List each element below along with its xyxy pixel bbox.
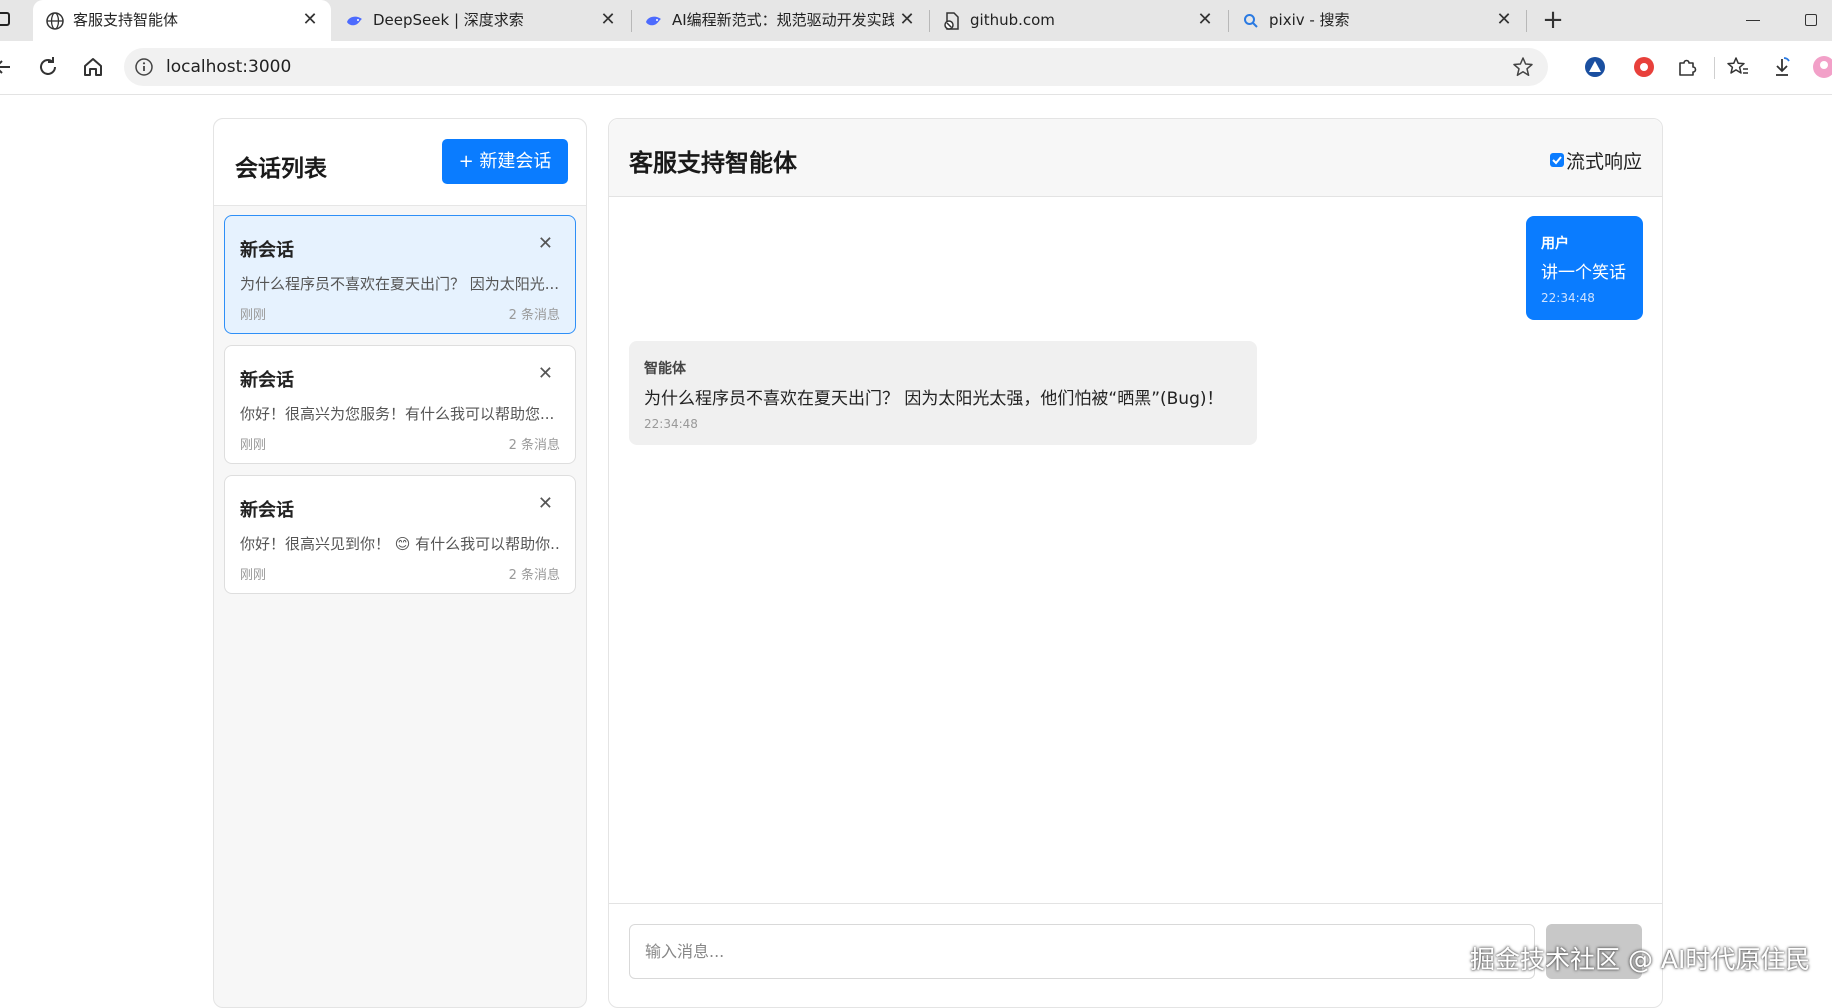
download-icon[interactable]	[1770, 55, 1794, 79]
tab-deepseek[interactable]: DeepSeek | 深度求索 ✕	[333, 0, 629, 41]
toolbar-divider	[1714, 57, 1715, 79]
session-message-count: 2 条消息	[508, 438, 560, 453]
user-message: 用户 讲一个笑话 22:34:48	[1526, 216, 1643, 320]
message-time: 22:34:48	[1541, 291, 1595, 305]
profile-avatar-icon[interactable]	[1812, 55, 1832, 79]
session-time: 刚刚	[240, 568, 267, 583]
close-icon[interactable]: ✕	[538, 234, 553, 254]
extension-triangle-icon[interactable]	[1583, 55, 1607, 79]
sidebar-title: 会话列表	[235, 156, 327, 182]
message-text: 为什么程序员不喜欢在夏天出门？ 因为太阳光太强，他们怕被“晒黑”(Bug)！	[644, 389, 1224, 409]
session-preview: 你好！很高兴见到你！ 😊 有什么我可以帮助你...	[240, 535, 560, 553]
message-role: 智能体	[644, 361, 686, 377]
session-item[interactable]: 新会话 ✕ 你好！很高兴为您服务！有什么我可以帮助您... 刚刚 2 条消息	[224, 345, 576, 464]
deepseek-whale-icon	[347, 16, 362, 26]
close-icon[interactable]: ✕	[599, 10, 617, 30]
minimize-icon[interactable]	[1746, 20, 1760, 21]
message-role: 用户	[1541, 236, 1569, 252]
session-item[interactable]: 新会话 ✕ 为什么程序员不喜欢在夏天出门？ 因为太阳光... 刚刚 2 条消息	[224, 215, 576, 334]
session-title: 新会话	[240, 240, 294, 261]
info-icon[interactable]	[134, 57, 154, 77]
browser-toolbar: localhost:3000	[0, 41, 1832, 95]
back-icon[interactable]	[0, 53, 18, 81]
stream-toggle[interactable]: 流式响应	[1549, 147, 1642, 174]
chat-title: 客服支持智能体	[629, 149, 797, 177]
sidebar-header: 会话列表 + 新建会话	[214, 119, 586, 206]
tab-title: AI编程新范式：规范驱动开发实践	[672, 11, 894, 29]
browser-tab-bar: 客服支持智能体 ✕ DeepSeek | 深度求索 ✕ AI编程新范式：规范驱动…	[0, 0, 1832, 41]
address-bar[interactable]: localhost:3000	[124, 48, 1548, 86]
message-text: 讲一个笑话	[1541, 263, 1626, 283]
new-tab-button[interactable]: +	[1539, 6, 1567, 34]
agent-message: 智能体 为什么程序员不喜欢在夏天出门？ 因为太阳光太强，他们怕被“晒黑”(Bug…	[629, 341, 1257, 445]
tab-title: DeepSeek | 深度求索	[373, 11, 524, 29]
tab-title: 客服支持智能体	[73, 11, 179, 29]
session-title: 新会话	[240, 370, 294, 391]
stream-checkbox[interactable]	[1549, 152, 1564, 167]
session-title: 新会话	[240, 500, 294, 521]
tab-pixiv-search[interactable]: pixiv - 搜索 ✕	[1229, 0, 1525, 41]
session-message-count: 2 条消息	[508, 568, 560, 583]
session-item[interactable]: 新会话 ✕ 你好！很高兴见到你！ 😊 有什么我可以帮助你... 刚刚 2 条消息	[224, 475, 576, 594]
extensions-puzzle-icon[interactable]	[1675, 55, 1699, 79]
watermark: 掘金技术社区 @ AI时代原住民	[1470, 945, 1811, 974]
session-preview: 你好！很高兴为您服务！有什么我可以帮助您...	[240, 405, 555, 423]
session-message-count: 2 条消息	[508, 308, 560, 323]
globe-icon	[46, 12, 64, 30]
checkmark-icon	[1552, 155, 1562, 164]
reload-icon[interactable]	[34, 53, 62, 81]
message-time: 22:34:48	[644, 417, 698, 431]
tab-title: pixiv - 搜索	[1269, 11, 1350, 29]
new-session-button[interactable]: + 新建会话	[442, 139, 568, 184]
close-icon[interactable]: ✕	[898, 10, 916, 30]
session-preview: 为什么程序员不喜欢在夏天出门？ 因为太阳光...	[240, 275, 560, 293]
tab-ai-programming[interactable]: AI编程新范式：规范驱动开发实践 ✕	[632, 0, 928, 41]
session-time: 刚刚	[240, 438, 267, 453]
close-icon[interactable]: ✕	[538, 494, 553, 514]
document-blocked-icon	[944, 12, 959, 30]
tab-github[interactable]: github.com ✕	[930, 0, 1226, 41]
tab-actions-icon[interactable]	[0, 12, 10, 26]
session-time: 刚刚	[240, 308, 267, 323]
tab-separator	[1526, 10, 1527, 32]
close-icon[interactable]: ✕	[538, 364, 553, 384]
search-icon	[1244, 14, 1258, 28]
url-text[interactable]: localhost:3000	[166, 57, 291, 77]
favorites-icon[interactable]	[1726, 55, 1750, 79]
close-icon[interactable]: ✕	[1196, 10, 1214, 30]
favorite-star-icon[interactable]	[1512, 56, 1534, 78]
message-input[interactable]	[629, 924, 1535, 979]
restore-window-icon[interactable]	[1805, 14, 1817, 26]
home-icon[interactable]	[79, 53, 107, 81]
close-icon[interactable]: ✕	[1495, 10, 1513, 30]
extension-red-icon[interactable]	[1632, 55, 1656, 79]
deepseek-whale-icon	[646, 16, 661, 26]
stream-label: 流式响应	[1565, 151, 1642, 173]
session-sidebar: 会话列表 + 新建会话 新会话 ✕ 为什么程序员不喜欢在夏天出门？ 因为太阳光.…	[213, 118, 587, 1008]
tab-customer-support[interactable]: 客服支持智能体 ✕	[33, 0, 331, 41]
chat-header: 客服支持智能体 流式响应	[609, 119, 1662, 197]
tab-title: github.com	[970, 11, 1055, 29]
close-icon[interactable]: ✕	[301, 10, 319, 30]
chat-panel: 客服支持智能体 流式响应 用户 讲一个笑话 22:34:48 智能体 为什么程序…	[608, 118, 1663, 1008]
